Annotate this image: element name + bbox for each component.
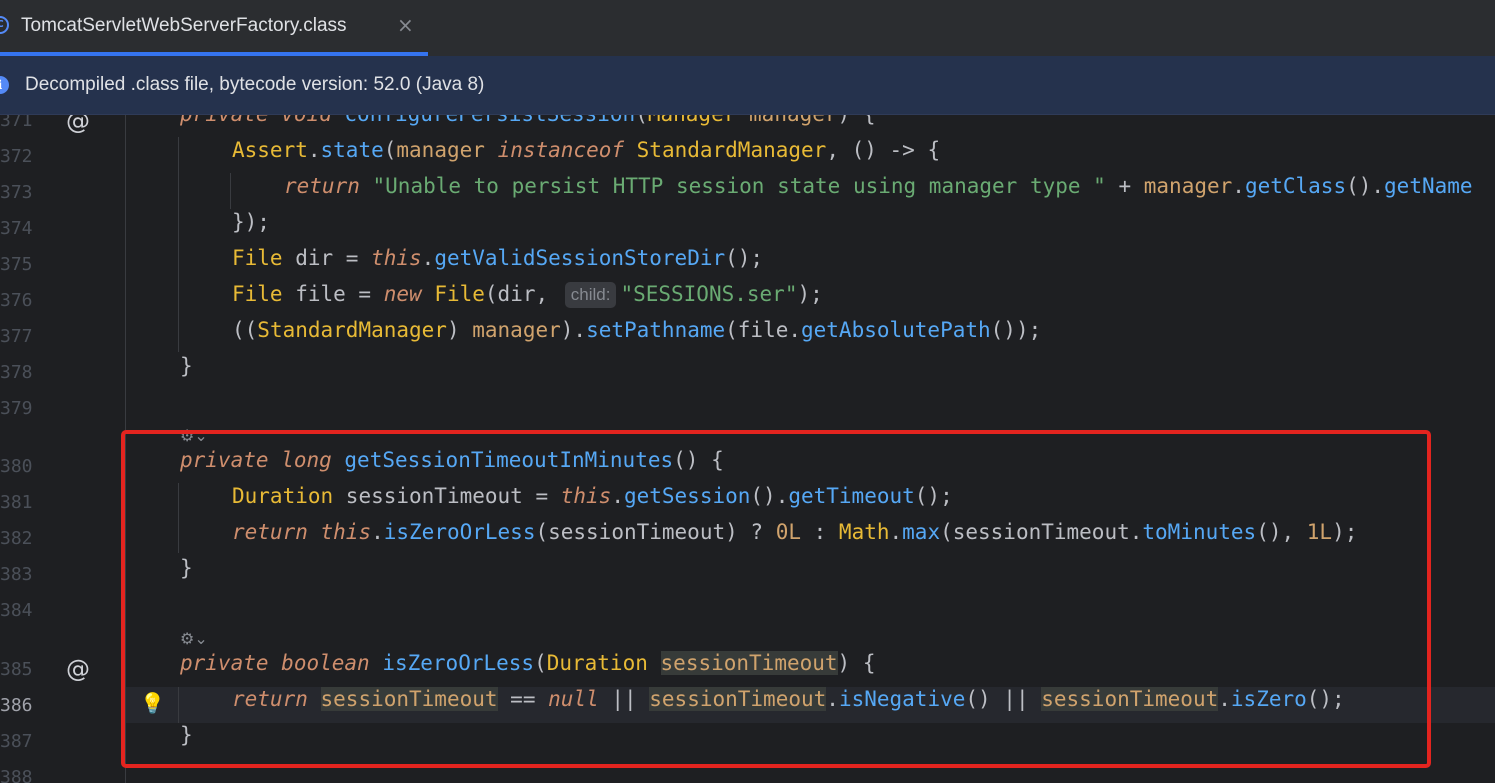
line-number: 387	[0, 731, 33, 752]
line-number: 384	[0, 600, 33, 621]
banner-text: Decompiled .class file, bytecode version…	[25, 74, 485, 95]
code-line: private long getSessionTimeoutInMinutes(…	[180, 448, 724, 472]
code-line: }	[180, 723, 193, 747]
decompiled-banner: i Decompiled .class file, bytecode versi…	[0, 56, 1495, 115]
line-number: 381	[0, 492, 33, 513]
lightbulb-icon[interactable]: 💡	[140, 691, 165, 715]
code-line: }	[180, 354, 193, 378]
line-number: 373	[0, 182, 33, 203]
code-line: File file = new File(dir, child: "SESSION…	[232, 282, 823, 308]
close-icon[interactable]: ×	[397, 13, 414, 37]
code-line: File dir = this.getValidSessionStoreDir(…	[232, 246, 764, 270]
indent-guide	[178, 687, 179, 723]
indent-guide	[178, 137, 179, 352]
code-line: }	[180, 556, 193, 580]
line-number: 386	[0, 695, 33, 716]
parameter-hint: child:	[564, 282, 617, 308]
line-number: 371	[0, 115, 33, 131]
code-line: private void configurePersistSession(Man…	[180, 115, 875, 138]
line-number: 372	[0, 146, 33, 167]
line-number: 385	[0, 659, 33, 680]
editor-tab[interactable]: C TomcatServletWebServerFactory.class ×	[0, 0, 428, 56]
line-number: 383	[0, 564, 33, 585]
class-icon: C	[0, 16, 9, 34]
tab-title: TomcatServletWebServerFactory.class	[21, 15, 347, 36]
line-number: 376	[0, 290, 33, 311]
override-icon[interactable]: @	[66, 655, 90, 683]
line-number: 375	[0, 254, 33, 275]
code-line: Duration sessionTimeout = this.getSessio…	[232, 484, 953, 508]
implementation-icon[interactable]: ⚙⌄	[180, 426, 208, 445]
info-icon: i	[0, 76, 9, 94]
gutter-separator	[125, 115, 126, 783]
gutter: 371 372 373 374 375 376 377 378 379 380 …	[0, 115, 165, 783]
editor-tab-bar: C TomcatServletWebServerFactory.class ×	[0, 0, 1495, 56]
code-line: Assert.state(manager instanceof Standard…	[232, 138, 941, 162]
code-line: });	[232, 210, 270, 234]
code-line: return "Unable to persist HTTP session s…	[284, 174, 1473, 198]
implementation-icon[interactable]: ⚙⌄	[180, 629, 208, 648]
indent-guide	[178, 483, 179, 553]
code-line: private boolean isZeroOrLess(Duration se…	[180, 651, 876, 675]
indent-guide	[230, 173, 231, 209]
line-number: 388	[0, 767, 33, 783]
line-number: 379	[0, 398, 33, 419]
line-number: 378	[0, 362, 33, 383]
line-number: 374	[0, 218, 33, 239]
line-number: 380	[0, 456, 33, 477]
code-editor[interactable]: 371 372 373 374 375 376 377 378 379 380 …	[0, 115, 1495, 783]
code-line: return sessionTimeout == null || session…	[232, 687, 1345, 711]
code-line: ((StandardManager) manager).setPathname(…	[232, 318, 1042, 342]
line-number: 382	[0, 528, 33, 549]
code-line: return this.isZeroOrLess(sessionTimeout)…	[232, 520, 1358, 544]
line-number: 377	[0, 326, 33, 347]
override-icon[interactable]: @	[66, 115, 90, 135]
